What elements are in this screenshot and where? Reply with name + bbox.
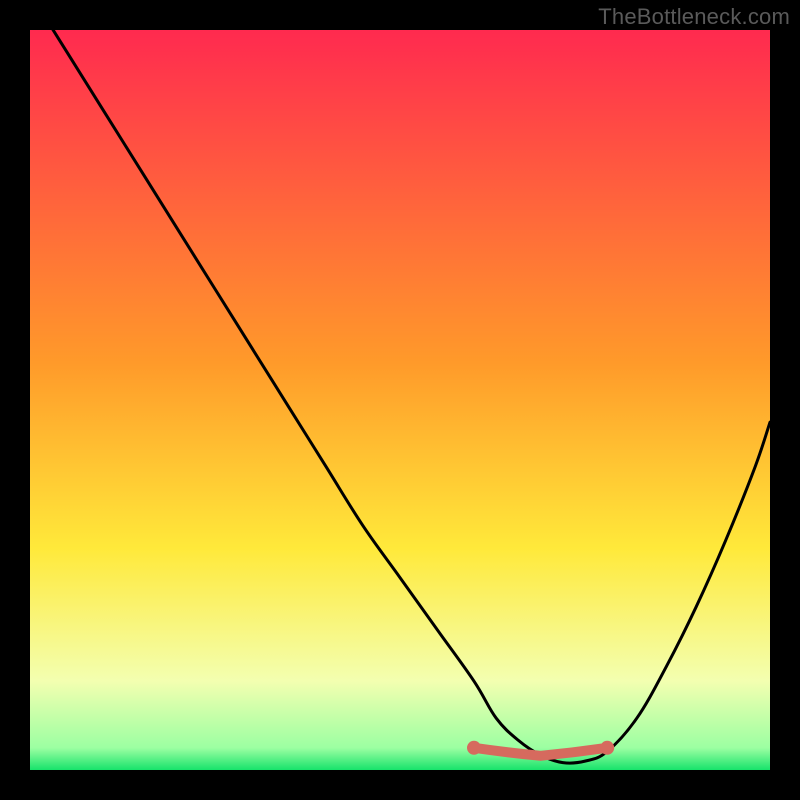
gradient-background <box>30 30 770 770</box>
chart-frame: TheBottleneck.com <box>0 0 800 800</box>
chart-svg <box>30 30 770 770</box>
optimal-right-dot <box>600 741 614 755</box>
watermark-text: TheBottleneck.com <box>598 4 790 30</box>
chart-plot <box>30 30 770 770</box>
optimal-left-dot <box>467 741 481 755</box>
